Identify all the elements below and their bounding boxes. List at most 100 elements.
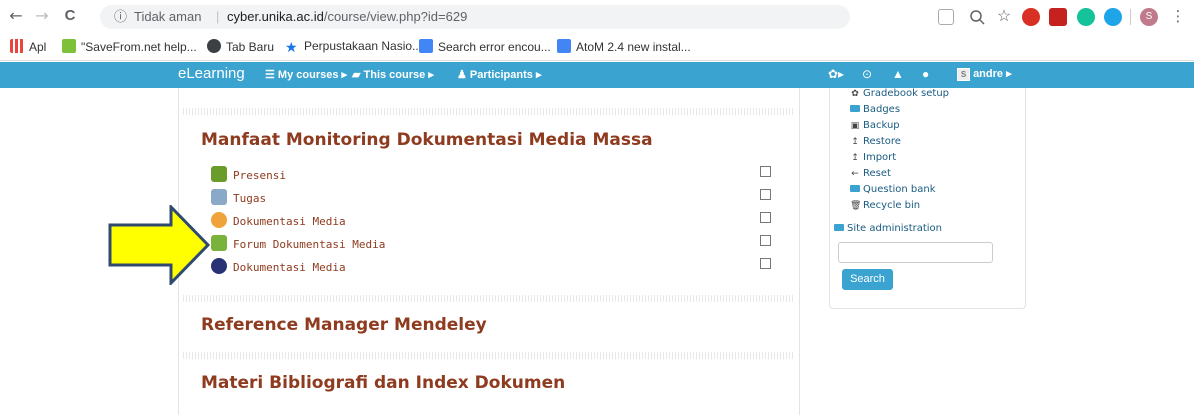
completion-checkbox[interactable]	[760, 235, 771, 246]
activity-label: Tugas	[233, 192, 267, 205]
download-icon	[62, 39, 76, 53]
nav-my-courses[interactable]: ☰ My courses ▸	[265, 68, 347, 81]
attendance-icon	[211, 166, 227, 182]
bookmark-label: Perpustakaan Nasio...	[304, 39, 423, 53]
user-avatar: S	[957, 68, 970, 81]
message-icon[interactable]: ●	[922, 67, 929, 81]
nav-label: Participants ▸	[469, 69, 542, 81]
activity-label: Dokumentasi Media	[233, 215, 346, 228]
security-label: Tidak aman	[134, 9, 202, 24]
admin-item-question-bank[interactable]: Question bank	[850, 184, 936, 195]
activity-presensi[interactable]: Presensi	[211, 166, 286, 186]
section-divider	[183, 108, 795, 115]
user-menu[interactable]: S andre ▸	[957, 67, 1012, 81]
admin-item-restore[interactable]: ↥ Restore	[850, 136, 901, 147]
reload-button[interactable]: C	[60, 6, 80, 26]
bell-icon[interactable]: ▲	[892, 67, 904, 81]
admin-item-label: Gradebook setup	[863, 88, 950, 99]
folder-icon	[850, 185, 860, 192]
admin-item-reset[interactable]: ← Reset	[850, 168, 891, 179]
help-icon[interactable]: ⊙	[862, 67, 872, 81]
extension-icon[interactable]	[1049, 8, 1067, 26]
profile-avatar[interactable]: S	[1140, 8, 1158, 26]
zoom-icon[interactable]	[968, 8, 986, 26]
bookmark-item[interactable]: AtoM 2.4 new instal...	[557, 39, 691, 54]
folder-icon	[850, 105, 860, 112]
admin-item-badges[interactable]: Badges	[850, 104, 900, 115]
bookmark-item[interactable]: Search error encou...	[419, 39, 551, 54]
url-text[interactable]: cyber.unika.ac.id/course/view.php?id=629	[227, 5, 467, 29]
admin-item-label: Restore	[863, 136, 901, 147]
chat-icon	[211, 212, 227, 228]
activity-bigbluebutton[interactable]: Dokumentasi Media	[211, 258, 346, 278]
admin-item-import[interactable]: ↥ Import	[850, 152, 896, 163]
info-icon[interactable]: ⓘ	[114, 5, 127, 29]
completion-checkbox[interactable]	[760, 189, 771, 200]
bookmark-label: "SaveFrom.net help...	[81, 40, 197, 54]
site-brand[interactable]: eLearning	[178, 65, 245, 82]
gear-icon: ✿	[851, 89, 859, 99]
settings-gear-icon[interactable]: ✿▸	[828, 67, 844, 81]
search-button[interactable]: Search	[842, 269, 893, 290]
completion-checkbox[interactable]	[760, 212, 771, 223]
admin-search-input[interactable]	[838, 242, 993, 263]
activity-label: Dokumentasi Media	[233, 261, 346, 274]
bookmark-item[interactable]: Tab Baru	[207, 39, 274, 54]
url-path: /course/view.php?id=629	[323, 9, 468, 24]
arrow-left-icon: ←	[851, 169, 859, 179]
course-content: Manfaat Monitoring Dokumentasi Media Mas…	[178, 88, 800, 415]
star-bookmark-icon: ★	[285, 39, 298, 55]
browser-toolbar: ← → C ⓘ Tidak aman | cyber.unika.ac.id/c…	[0, 0, 1194, 34]
folder-icon	[834, 224, 844, 231]
section-title: Manfaat Monitoring Dokumentasi Media Mas…	[201, 130, 653, 150]
bookmark-apps[interactable]: Apl	[10, 39, 46, 54]
nav-label: My courses ▸	[277, 69, 348, 81]
admin-item-label: Backup	[863, 120, 900, 131]
nav-participants[interactable]: ♟ Participants ▸	[457, 68, 541, 81]
bookmark-item[interactable]: ★ Perpustakaan Nasio...	[285, 39, 422, 54]
globe-icon	[207, 39, 221, 53]
extension-icon[interactable]	[1104, 8, 1122, 26]
admin-item-backup[interactable]: ▣ Backup	[850, 120, 900, 131]
grammarly-icon[interactable]	[1077, 8, 1095, 26]
completion-checkbox[interactable]	[760, 258, 771, 269]
bookmark-label: Tab Baru	[226, 40, 275, 54]
menu-icon[interactable]: ⋮	[1168, 6, 1188, 26]
section-divider	[183, 352, 795, 359]
admin-item-label: Reset	[863, 168, 891, 179]
pointer-arrow-annotation	[108, 205, 211, 285]
users-icon: ♟	[457, 69, 470, 81]
upload-icon: ↥	[851, 137, 859, 147]
translate-icon[interactable]	[938, 9, 954, 25]
nav-this-course[interactable]: ▰ This course ▸	[352, 68, 434, 81]
section-divider	[183, 295, 795, 302]
book-icon: ▰	[352, 69, 364, 81]
apps-grid-icon	[10, 39, 24, 53]
admin-item-label: Import	[863, 152, 897, 163]
admin-item-label: Badges	[863, 104, 901, 115]
dashboard-icon: ☰	[265, 69, 278, 81]
activity-forum[interactable]: Forum Dokumentasi Media	[211, 235, 385, 255]
username-label: andre ▸	[973, 68, 1012, 80]
address-bar[interactable]: ⓘ Tidak aman | cyber.unika.ac.id/course/…	[100, 5, 850, 29]
admin-item-gradebook[interactable]: ✿ Gradebook setup	[850, 88, 949, 99]
section-title: Reference Manager Mendeley	[201, 315, 487, 335]
activity-tugas[interactable]: Tugas	[211, 189, 266, 209]
star-icon[interactable]: ☆	[995, 8, 1013, 26]
completion-checkbox[interactable]	[760, 166, 771, 177]
admin-item-label: Question bank	[863, 184, 936, 195]
toolbar-divider	[1130, 9, 1131, 25]
bookmark-label: Apl	[29, 40, 47, 54]
site-administration-link[interactable]: Site administration	[834, 223, 942, 234]
bookmark-item[interactable]: "SaveFrom.net help...	[62, 39, 197, 54]
bigbluebutton-icon	[211, 258, 227, 274]
forward-button[interactable]: →	[32, 6, 52, 26]
upload-icon: ↥	[851, 153, 859, 163]
extension-icon[interactable]	[1022, 8, 1040, 26]
section-title: Materi Bibliografi dan Index Dokumen	[201, 373, 566, 393]
activity-chat[interactable]: Dokumentasi Media	[211, 212, 346, 232]
bookmark-label: Search error encou...	[438, 40, 551, 54]
admin-item-recycle-bin[interactable]: 🗑 Recycle bin	[850, 200, 920, 211]
back-button[interactable]: ←	[6, 6, 26, 26]
page-icon	[419, 39, 433, 53]
